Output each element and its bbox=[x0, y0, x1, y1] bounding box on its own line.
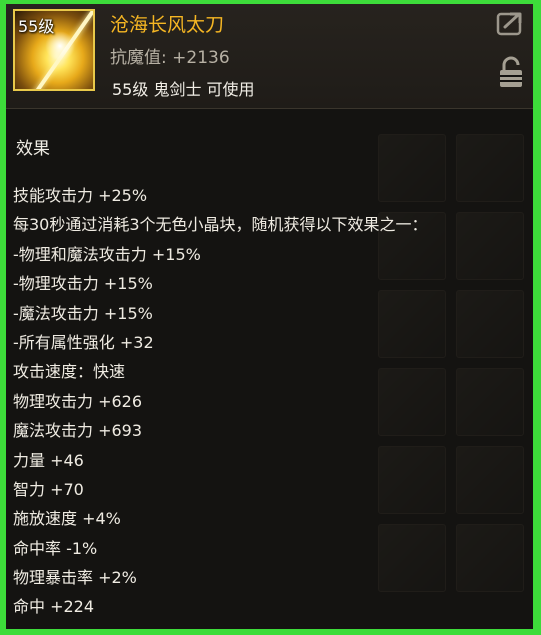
effect-line: 命中率 -1% bbox=[13, 538, 98, 558]
effects-title: 效果 bbox=[16, 139, 50, 159]
effect-line: 技能攻击力 +25% bbox=[13, 186, 148, 205]
share-icon[interactable] bbox=[496, 10, 524, 36]
effect-line: 魔法攻击力 +693 bbox=[13, 421, 143, 441]
inventory-slot bbox=[456, 290, 524, 358]
lock-icon[interactable] bbox=[499, 56, 523, 88]
effect-line: -魔法攻击力 +15% bbox=[13, 303, 153, 323]
inventory-slot bbox=[456, 524, 524, 592]
effect-line: -物理攻击力 +15% bbox=[13, 274, 153, 294]
level-badge: 55级 bbox=[18, 17, 55, 36]
item-name: 沧海长风太刀 bbox=[110, 14, 225, 36]
tooltip-header: 55级 沧海长风太刀 抗魔值: +2136 55级 鬼剑士 可使用 bbox=[6, 4, 533, 109]
magic-resist-stat: 抗魔值: +2136 bbox=[110, 48, 230, 68]
inventory-slot bbox=[456, 368, 524, 436]
inventory-slot bbox=[456, 446, 524, 514]
usage-requirement: 55级 鬼剑士 可使用 bbox=[112, 80, 255, 99]
effect-line: 物理暴击率 +2% bbox=[13, 568, 137, 588]
item-tooltip: 55级 沧海长风太刀 抗魔值: +2136 55级 鬼剑士 可使用 效果 技能攻… bbox=[6, 4, 533, 629]
inventory-slot bbox=[456, 212, 524, 280]
inventory-slot bbox=[456, 134, 524, 202]
effect-line: 智力 +70 bbox=[13, 479, 84, 499]
effect-line: 施放速度 +4% bbox=[13, 509, 121, 529]
effect-line: 力量 +46 bbox=[13, 450, 84, 470]
effect-line: 命中 +224 bbox=[13, 597, 95, 617]
effect-line: 物理攻击力 +626 bbox=[13, 391, 143, 411]
effect-line: 攻击速度：快速 bbox=[13, 362, 126, 382]
effects-list: 技能攻击力 +25% 每30秒通过消耗3个无色小晶块，随机获得以下效果之一： -物理… bbox=[13, 181, 428, 622]
item-icon: 55级 bbox=[13, 9, 95, 91]
effect-line: -所有属性强化 +32 bbox=[13, 332, 154, 352]
effect-line: 每30秒通过消耗3个无色小晶块，随机获得以下效果之一： bbox=[13, 215, 428, 235]
effect-line: -物理和魔法攻击力 +15% bbox=[13, 244, 201, 264]
